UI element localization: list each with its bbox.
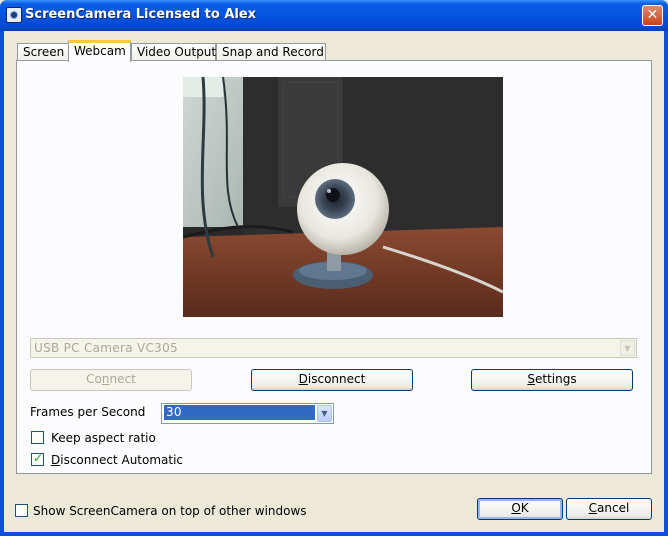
dialog-body: Screen Webcam Video Output Snap and Reco… bbox=[4, 31, 664, 532]
webcam-preview bbox=[183, 77, 503, 317]
chevron-down-icon[interactable]: ▼ bbox=[317, 405, 332, 422]
window-title: ScreenCamera Licensed to Alex bbox=[25, 7, 257, 22]
fps-label: Frames per Second bbox=[30, 405, 146, 419]
ok-label-b: K bbox=[520, 501, 529, 515]
app-window: ScreenCamera Licensed to Alex ✕ Screen W… bbox=[0, 0, 668, 536]
keep-aspect-label: Keep aspect ratio bbox=[51, 431, 156, 445]
settings-label-b: ettings bbox=[535, 372, 577, 386]
disconnect-automatic-label: Disconnect Automatic bbox=[51, 453, 183, 467]
keep-aspect-checkbox[interactable] bbox=[31, 431, 44, 444]
checkmark-icon: ✓ bbox=[33, 451, 44, 465]
chevron-down-icon[interactable]: ▼ bbox=[620, 340, 635, 356]
on-top-checkbox[interactable] bbox=[15, 504, 28, 517]
disconnect-auto-label-b: isconnect Automatic bbox=[60, 453, 184, 467]
close-button[interactable]: ✕ bbox=[642, 5, 663, 26]
settings-button[interactable]: Settings bbox=[471, 369, 633, 391]
disconnect-label-b: isconnect bbox=[307, 372, 366, 386]
webcam-preview-image bbox=[183, 77, 503, 317]
connect-button[interactable]: Connect bbox=[30, 369, 192, 391]
fps-select[interactable]: 30 ▼ bbox=[161, 403, 334, 424]
disconnect-auto-hotkey: D bbox=[51, 453, 61, 467]
cancel-button[interactable]: Cancel bbox=[566, 498, 652, 520]
ok-hotkey: O bbox=[511, 501, 521, 515]
connect-label-a: Co bbox=[86, 372, 102, 386]
ok-button[interactable]: OK bbox=[477, 498, 563, 520]
tab-webcam[interactable]: Webcam bbox=[68, 40, 131, 62]
cancel-label-b: ancel bbox=[597, 501, 630, 515]
tab-screen[interactable]: Screen bbox=[17, 43, 69, 61]
title-bar[interactable]: ScreenCamera Licensed to Alex ✕ bbox=[0, 0, 668, 31]
on-top-label: Show ScreenCamera on top of other window… bbox=[33, 504, 307, 518]
tab-video-output[interactable]: Video Output bbox=[131, 43, 216, 61]
fps-value: 30 bbox=[164, 405, 315, 420]
settings-hotkey: S bbox=[527, 372, 535, 386]
webcam-app-icon[interactable] bbox=[6, 7, 22, 23]
cancel-hotkey: C bbox=[588, 501, 598, 515]
connect-label-b: nect bbox=[109, 372, 136, 386]
camera-device-value: USB PC Camera VC305 bbox=[34, 341, 178, 355]
disconnect-hotkey: D bbox=[298, 372, 308, 386]
connect-hotkey: n bbox=[101, 372, 110, 386]
disconnect-automatic-checkbox[interactable]: ✓ bbox=[31, 451, 44, 466]
camera-device-select[interactable]: USB PC Camera VC305 ▼ bbox=[30, 338, 637, 358]
disconnect-button[interactable]: Disconnect bbox=[251, 369, 413, 391]
tab-snap-and-record[interactable]: Snap and Record bbox=[216, 43, 326, 61]
